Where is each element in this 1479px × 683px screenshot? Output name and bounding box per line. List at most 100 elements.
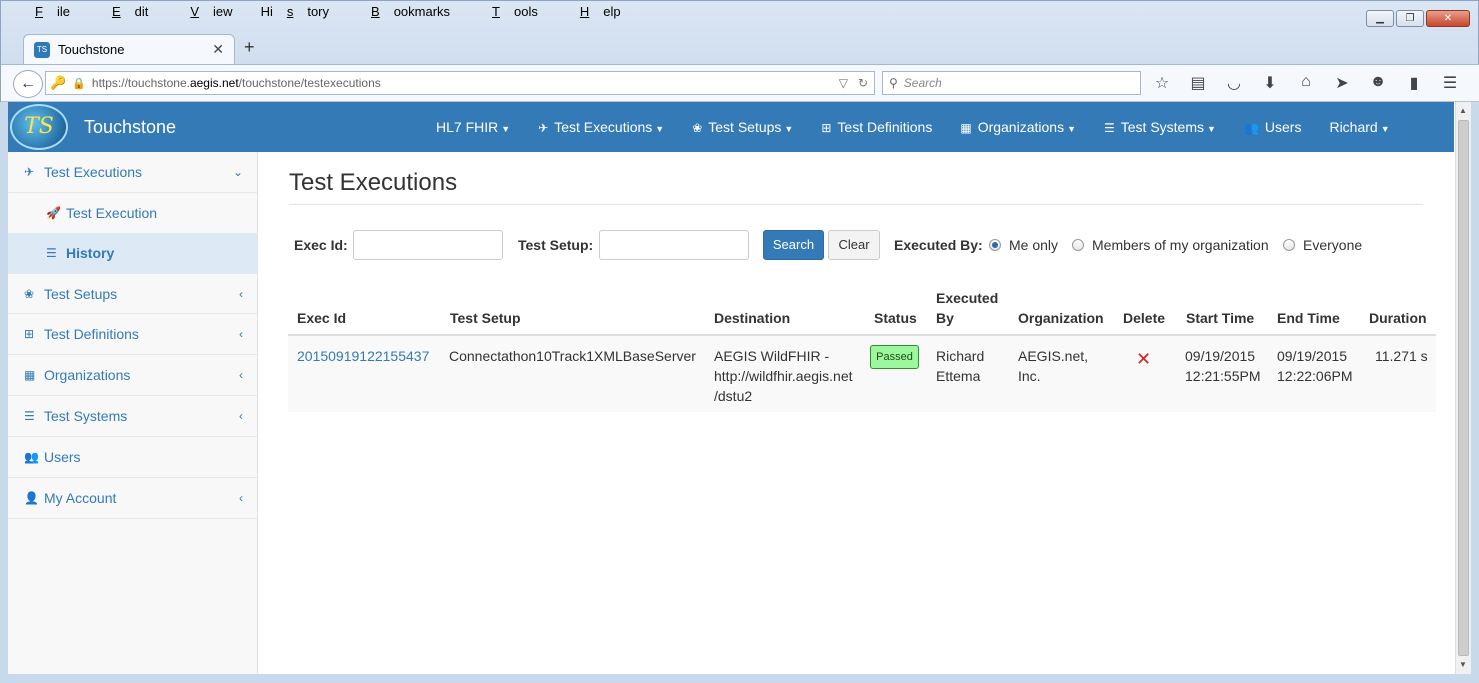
bookmark-star-icon[interactable]: ☆ [1151, 73, 1173, 93]
home-icon[interactable]: ⌂ [1295, 73, 1317, 93]
col-header-destination[interactable]: Destination [714, 310, 790, 326]
brand-name[interactable]: Touchstone [84, 117, 176, 138]
plane-icon: ✈ [24, 165, 35, 179]
reload-icon[interactable]: ↻ [858, 76, 868, 90]
sidebar-item-test-definitions[interactable]: ⊞ Test Definitions ‹ [8, 314, 257, 355]
send-icon[interactable]: ➤ [1331, 73, 1353, 93]
radio-everyone-label[interactable]: Everyone [1303, 237, 1362, 253]
radio-my-organization[interactable] [1072, 239, 1084, 251]
search-button[interactable]: Search [763, 230, 824, 260]
paw-icon: ❀ [24, 286, 35, 301]
list-icon: ☰ [46, 246, 57, 260]
search-bar[interactable]: ⚲ Search [882, 71, 1141, 95]
nav-hl7-fhir[interactable]: HL7 FHIR ▼ [422, 102, 524, 152]
col-header-executed-by-line2[interactable]: By [936, 310, 954, 326]
sidebar-item-my-account[interactable]: 👤 My Account ‹ [8, 478, 257, 519]
radio-my-organization-label[interactable]: Members of my organization [1092, 237, 1269, 253]
user-icon: 👤 [24, 491, 39, 505]
scrollbar-thumb[interactable] [1458, 120, 1469, 656]
caret-down-icon: ▼ [655, 124, 665, 134]
sidebar-item-history[interactable]: ☰ History [8, 233, 257, 273]
pocket-icon[interactable]: ◡ [1223, 73, 1245, 93]
scroll-down-arrow-icon[interactable]: ▼ [1459, 660, 1467, 669]
browser-tab[interactable]: TS Touchstone ✕ [23, 34, 235, 64]
download-icon[interactable]: ⬇ [1259, 73, 1281, 93]
exec-id-label: Exec Id: [294, 237, 348, 253]
tasks-icon: ☰ [24, 409, 35, 423]
chevron-left-icon: ‹ [239, 327, 243, 341]
sidebar-item-test-executions[interactable]: ✈ Test Executions ⌄ [8, 152, 257, 193]
cell-start-time: 12:21:55PM [1185, 368, 1261, 384]
nav-test-definitions[interactable]: ⊞ Test Definitions [807, 102, 946, 152]
back-arrow-icon[interactable]: ← [13, 70, 43, 98]
chevron-left-icon: ‹ [239, 491, 243, 505]
bookmark-folder-icon[interactable]: ▮ [1403, 73, 1425, 93]
touchstone-logo[interactable]: TS [10, 104, 68, 150]
col-header-status[interactable]: Status [874, 310, 917, 326]
window-border-bottom [0, 674, 1479, 683]
cell-exec-id[interactable]: 20150919122155437 [297, 346, 429, 366]
exec-id-link[interactable]: 20150919122155437 [297, 348, 429, 364]
nav-test-systems[interactable]: ☰ Test Systems ▼ [1090, 102, 1230, 152]
chevron-left-icon: ‹ [239, 286, 243, 301]
delete-icon[interactable]: ✕ [1136, 349, 1151, 370]
chevron-left-icon: ‹ [239, 368, 243, 382]
new-tab-icon[interactable]: + [244, 37, 255, 58]
col-header-end-time[interactable]: End Time [1277, 310, 1340, 326]
touchstone-favicon-icon: TS [34, 41, 50, 58]
sidebar-item-organizations[interactable]: ▦ Organizations ‹ [8, 355, 257, 396]
sitemap-icon: ⊞ [821, 121, 832, 135]
address-bar[interactable]: 🔑 🔒 https://touchstone.aegis.net/touchst… [45, 71, 875, 95]
menu-help[interactable]: Help [552, 3, 635, 21]
users-icon: 👥 [24, 450, 39, 464]
col-header-exec-id[interactable]: Exec Id [297, 310, 346, 326]
menu-history[interactable]: Hi s tory [247, 3, 343, 21]
window-controls: ▁ ❐ ✕ [1366, 10, 1470, 27]
menu-view[interactable]: View [162, 3, 246, 21]
test-setup-label: Test Setup: [518, 237, 594, 253]
exec-id-input[interactable] [353, 230, 503, 260]
nav-users[interactable]: 👥 Users [1230, 102, 1316, 152]
minimize-button[interactable]: ▁ [1366, 10, 1394, 27]
lock-icon: 🔒 [72, 77, 86, 90]
reading-list-icon[interactable]: ▤ [1187, 73, 1209, 93]
browser-tools: ☆ ▤ ◡ ⬇ ⌂ ➤ ☻ ▮ ☰ [1151, 73, 1461, 93]
table-row: 20150919122155437 Connectathon10Track1XM… [288, 336, 1436, 412]
sidebar-item-users[interactable]: 👥 Users [8, 437, 257, 478]
hamburger-menu-icon[interactable]: ☰ [1439, 73, 1461, 93]
scroll-up-arrow-icon[interactable]: ▲ [1459, 106, 1467, 115]
clear-button[interactable]: Clear [828, 230, 880, 260]
nav-test-executions[interactable]: ✈ Test Executions ▼ [524, 102, 678, 152]
maximize-button[interactable]: ❐ [1396, 10, 1424, 27]
nav-organizations[interactable]: ▦ Organizations ▼ [946, 102, 1090, 152]
nav-user-menu[interactable]: Richard ▼ [1315, 102, 1403, 152]
nav-test-setups[interactable]: ❀ Test Setups ▼ [678, 102, 807, 152]
radio-me-only[interactable] [989, 239, 1001, 251]
sidebar-item-test-systems[interactable]: ☰ Test Systems ‹ [8, 396, 257, 437]
title-divider [289, 204, 1423, 205]
emoji-icon[interactable]: ☻ [1367, 73, 1389, 93]
sidebar-item-test-execution[interactable]: 🚀 Test Execution [8, 193, 257, 233]
caret-down-icon: ▼ [501, 124, 511, 134]
menu-bookmarks[interactable]: Bookmarks [343, 3, 464, 21]
key-icon[interactable]: 🔑 [50, 75, 66, 91]
col-header-executed-by-line1[interactable]: Executed [936, 290, 998, 306]
radio-everyone[interactable] [1283, 239, 1295, 251]
dropdown-history-icon[interactable]: ▽ [839, 76, 848, 90]
sidebar-item-test-setups[interactable]: ❀ Test Setups ‹ [8, 273, 257, 314]
cell-end-time: 12:22:06PM [1277, 368, 1353, 384]
top-navbar: TS Touchstone HL7 FHIR ▼ ✈ Test Executions… [8, 102, 1454, 152]
menu-tools[interactable]: Tools [464, 3, 552, 21]
test-setup-input[interactable] [599, 230, 749, 260]
col-header-organization[interactable]: Organization [1018, 310, 1104, 326]
cell-organization-line1: AEGIS.net, [1018, 348, 1089, 364]
col-header-duration[interactable]: Duration [1369, 310, 1427, 326]
radio-me-only-label[interactable]: Me only [1009, 237, 1058, 253]
vertical-scrollbar[interactable]: ▲ ▼ [1455, 102, 1471, 674]
close-window-button[interactable]: ✕ [1426, 10, 1470, 27]
menu-file[interactable]: File [7, 3, 84, 21]
col-header-test-setup[interactable]: Test Setup [450, 310, 521, 326]
menu-edit[interactable]: Edit [84, 3, 162, 21]
close-tab-icon[interactable]: ✕ [212, 41, 224, 58]
col-header-start-time[interactable]: Start Time [1186, 310, 1254, 326]
